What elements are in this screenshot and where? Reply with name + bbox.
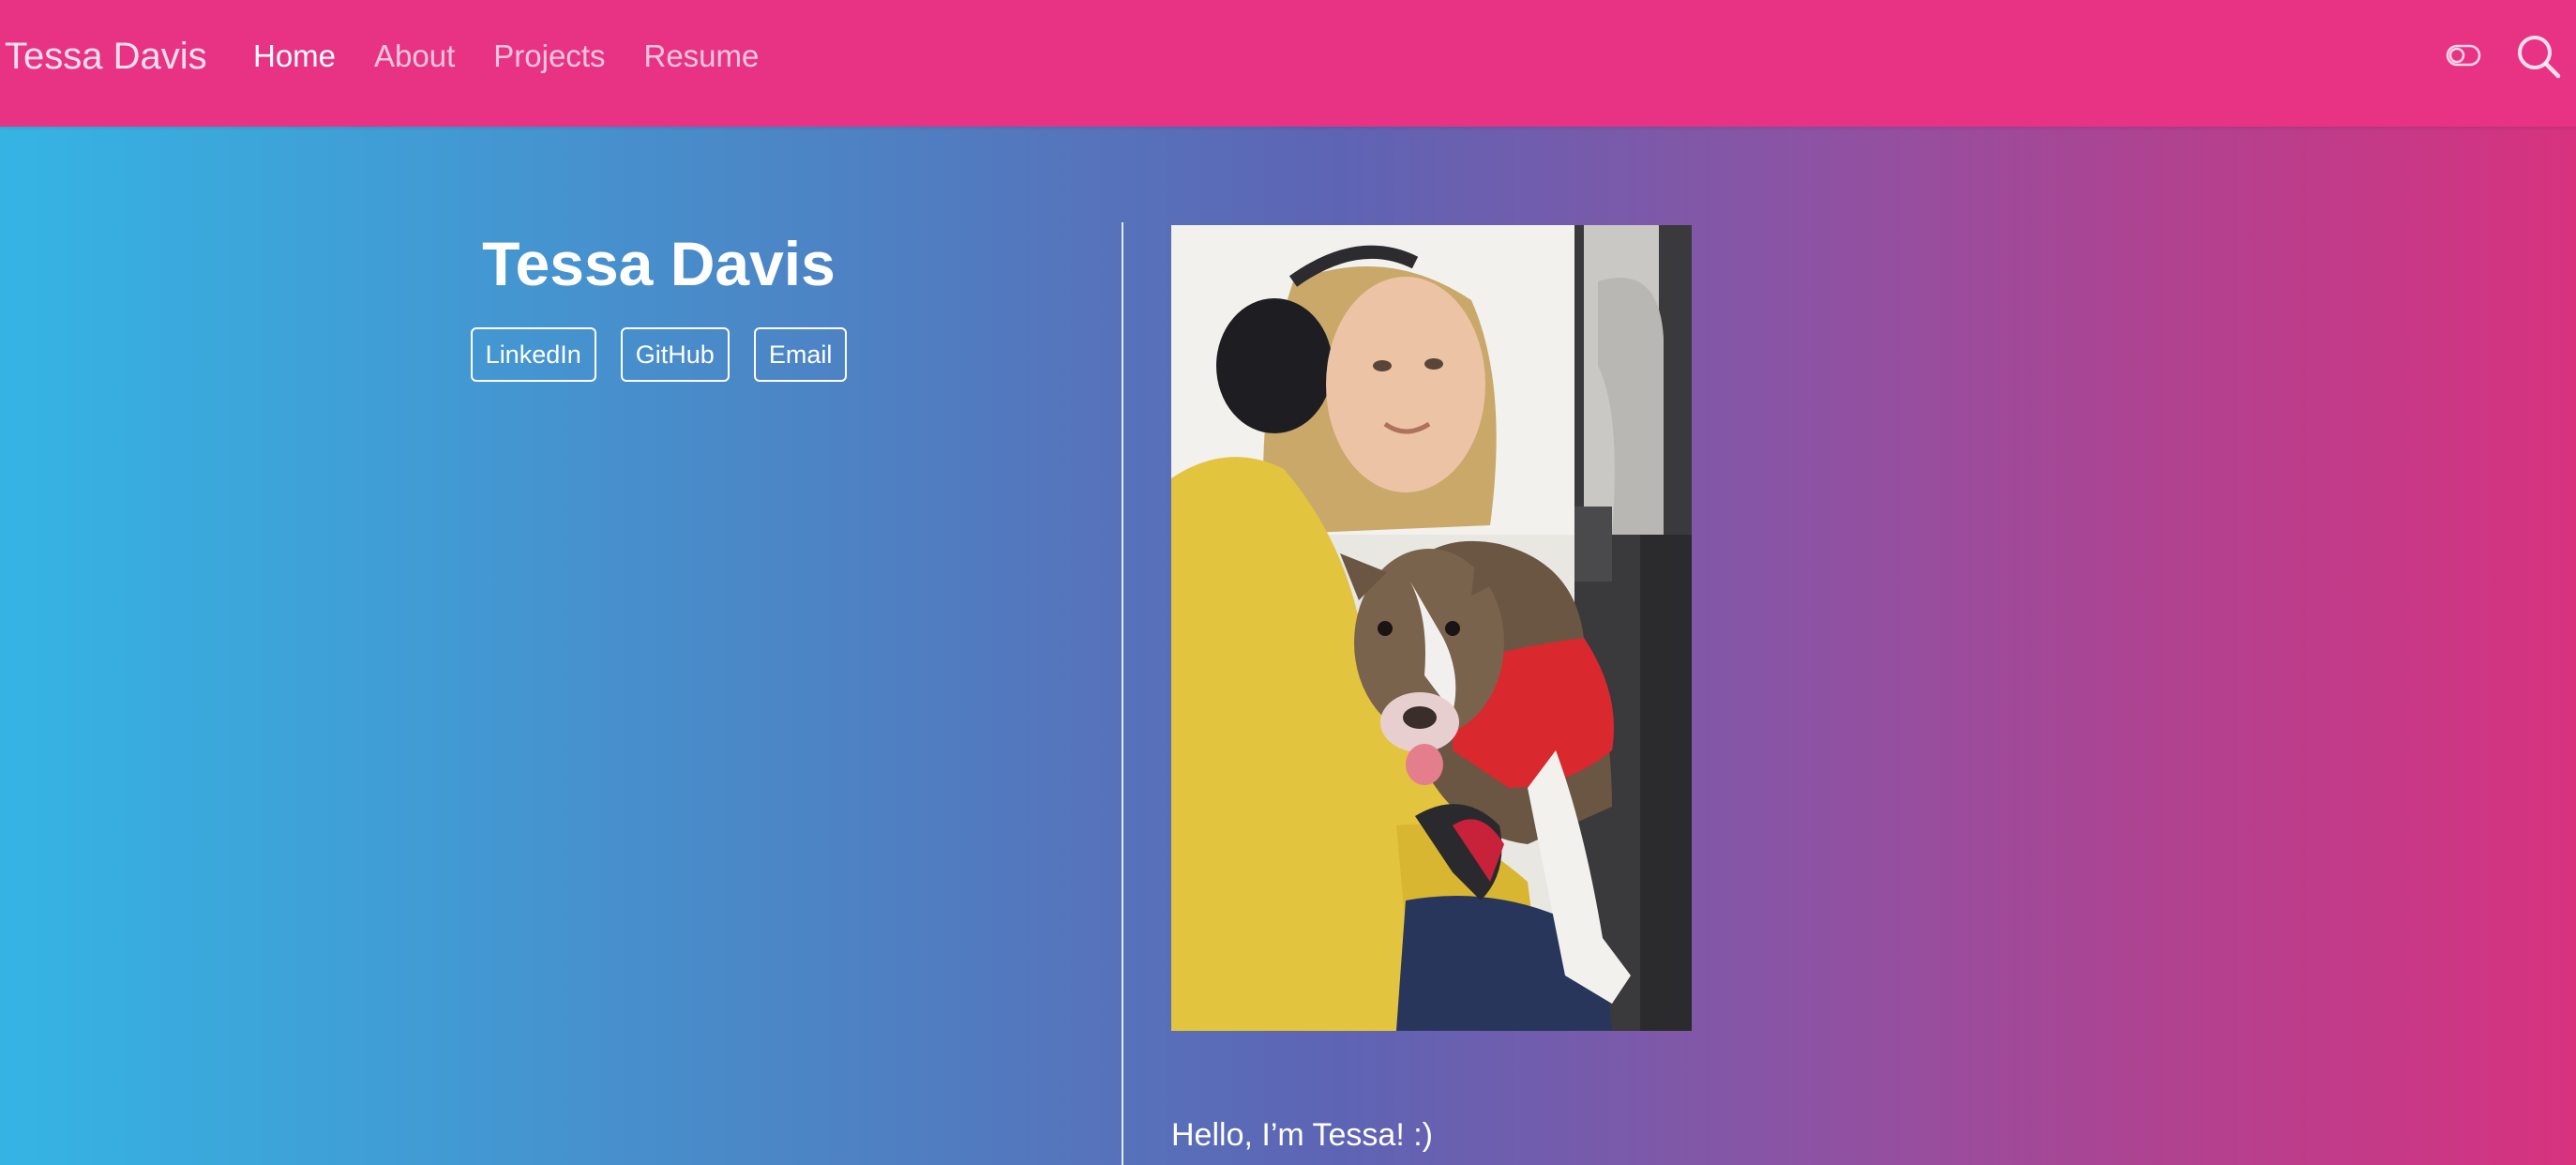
theme-toggle-icon[interactable] bbox=[2446, 43, 2481, 68]
nav-link-projects[interactable]: Projects bbox=[493, 32, 605, 81]
profile-links: LinkedIn GitHub Email bbox=[356, 327, 961, 382]
vertical-divider bbox=[1122, 222, 1123, 1165]
nav-link-resume[interactable]: Resume bbox=[644, 32, 760, 81]
nav-link-home[interactable]: Home bbox=[253, 32, 336, 81]
nav-link-about[interactable]: About bbox=[374, 32, 455, 81]
page: Tessa Davis Home About Projects Resume T… bbox=[0, 0, 2576, 1165]
search-icon[interactable] bbox=[2516, 34, 2561, 79]
page-title: Tessa Davis bbox=[482, 229, 836, 298]
linkedin-button[interactable]: LinkedIn bbox=[470, 327, 596, 382]
navbar: Tessa Davis Home About Projects Resume bbox=[0, 0, 2576, 127]
email-button[interactable]: Email bbox=[753, 327, 848, 382]
github-button[interactable]: GitHub bbox=[620, 327, 730, 382]
profile-header: Tessa Davis LinkedIn GitHub Email bbox=[356, 220, 961, 382]
brand-link[interactable]: Tessa Davis bbox=[5, 32, 207, 81]
nav-links: Home About Projects Resume bbox=[253, 32, 797, 81]
profile-photo bbox=[1171, 225, 1692, 1031]
greeting-text: Hello, I’m Tessa! :) bbox=[1171, 1117, 1434, 1153]
